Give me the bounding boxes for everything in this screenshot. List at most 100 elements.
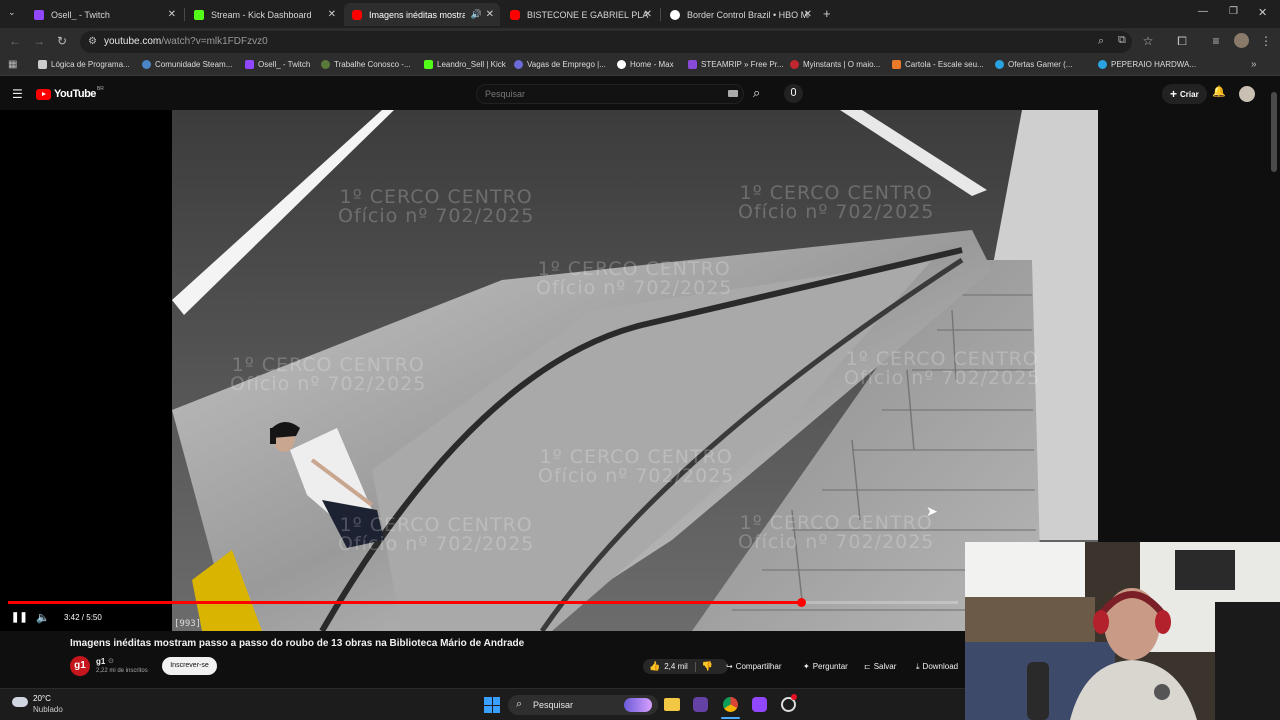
channel-name[interactable]: g1	[96, 657, 105, 666]
globe-icon	[670, 9, 680, 20]
voice-search-button[interactable]	[784, 84, 803, 103]
close-icon[interactable]: ✕	[486, 9, 494, 20]
youtube-icon	[510, 9, 520, 20]
microphone-icon	[791, 88, 796, 96]
thumbs-down-icon[interactable]: 👎	[702, 661, 713, 672]
ask-button[interactable]: ✦ Perguntar	[799, 659, 852, 674]
like-count[interactable]: 2,4 mil	[664, 662, 688, 671]
watermark-text: 1º CERCO CENTRO Ofício nº 702/2025	[230, 354, 427, 395]
zoom-icon[interactable]: ⌕	[1098, 35, 1104, 48]
bookmark-item[interactable]: Home - Max	[617, 60, 674, 69]
youtube-logo[interactable]: YouTube BR	[36, 86, 104, 100]
reload-icon[interactable]: ↻	[54, 34, 70, 48]
taskbar-search-box[interactable]: ⌕ Pesquisar	[508, 695, 658, 715]
new-tab-icon[interactable]: +	[823, 6, 831, 21]
more-bookmarks-icon[interactable]: »	[1251, 59, 1257, 70]
notifications-bell-icon[interactable]: 🔔	[1212, 85, 1226, 98]
account-avatar[interactable]	[1239, 86, 1255, 102]
bookmark-item[interactable]: Myinstants | O maio...	[790, 60, 880, 69]
thumbs-up-icon[interactable]: 👍	[649, 661, 660, 672]
plus-icon: +	[1170, 87, 1178, 101]
apps-grid-icon[interactable]: ▦	[8, 59, 17, 70]
page-scrollbar[interactable]	[1271, 92, 1277, 172]
address-bar[interactable]: ⚙ youtube.com/watch?v=mlk1FDFzvz0 ⌕ ⧉	[80, 31, 1132, 53]
close-icon[interactable]: ✕	[168, 9, 176, 20]
max-icon	[617, 60, 626, 69]
cartola-icon	[892, 60, 901, 69]
bookmark-item[interactable]: Cartola - Escale seu...	[892, 60, 984, 69]
video-frame[interactable]: 1º CERCO CENTRO Ofício nº 702/2025 1º CER…	[172, 110, 1098, 631]
bookmark-item[interactable]: Lógica de Programa...	[38, 60, 130, 69]
chrome-icon[interactable]	[723, 697, 738, 712]
progress-fill	[8, 601, 802, 604]
search-icon[interactable]: ⌕	[753, 85, 760, 101]
volume-icon[interactable]: 🔈	[36, 611, 50, 624]
extensions-icon[interactable]: ⧠	[1174, 34, 1190, 49]
forward-icon[interactable]: →	[31, 34, 47, 48]
share-icon: ↪	[726, 662, 733, 671]
close-window-icon[interactable]: ✕	[1258, 6, 1267, 19]
channel-avatar[interactable]: g1	[70, 656, 90, 676]
download-button[interactable]: ⤓ Download	[912, 659, 962, 674]
video-player[interactable]: 1º CERCO CENTRO Ofício nº 702/2025 1º CER…	[0, 110, 1098, 631]
link-icon	[38, 60, 47, 69]
bookmark-item[interactable]: Osell_ - Twitch	[245, 60, 310, 69]
divider	[694, 661, 696, 672]
hamburger-menu-icon[interactable]: ☰	[12, 87, 23, 101]
bookmark-item[interactable]: Trabalhe Conosco -...	[321, 60, 411, 69]
tab-hbo-max[interactable]: Border Control Brazil • HBO Ma ✕	[662, 3, 818, 26]
windows-taskbar: 20°C Nublado ⌕ Pesquisar	[0, 688, 965, 720]
active-app-indicator	[721, 717, 740, 719]
weather-temperature[interactable]: 20°C	[33, 694, 51, 703]
youtube-play-icon	[36, 88, 51, 100]
copilot-search-highlight	[624, 698, 652, 712]
youtube-icon	[352, 9, 362, 20]
tab-youtube-active[interactable]: Imagens inéditas mostram 🔊 ✕	[344, 3, 500, 26]
bookmark-item[interactable]: Comunidade Steam...	[142, 60, 232, 69]
close-icon[interactable]: ✕	[804, 9, 812, 20]
bookmark-item[interactable]: Leandro_Sell | Kick	[424, 60, 506, 69]
subscribe-button[interactable]: Inscrever-se	[162, 657, 217, 675]
file-explorer-icon[interactable]	[664, 698, 680, 711]
twitch-icon	[245, 60, 254, 69]
pause-icon[interactable]: ❚❚	[11, 612, 28, 623]
bookmark-item[interactable]: STEAMRIP » Free Pr...	[688, 60, 784, 69]
tab-twitch[interactable]: Osell_ - Twitch ✕	[26, 3, 182, 26]
webcam-overlay	[965, 542, 1280, 720]
twitch-taskbar-icon[interactable]	[693, 697, 708, 712]
share-button[interactable]: ↪ Compartilhar	[722, 659, 786, 674]
tab-kick[interactable]: Stream - Kick Dashboard ✕	[186, 3, 342, 26]
bookmark-item[interactable]: Ofertas Gamer (...	[995, 60, 1072, 69]
media-control-icon[interactable]: ≡	[1208, 34, 1224, 48]
like-dislike-group: 👍 2,4 mil 👎	[643, 659, 728, 674]
install-app-icon[interactable]: ⧉	[1118, 34, 1126, 47]
restore-icon[interactable]: ❐	[1229, 6, 1238, 17]
watermark-text: 1º CERCO CENTRO Ofício nº 702/2025	[844, 348, 1041, 389]
profile-avatar[interactable]	[1234, 33, 1249, 48]
bookmark-item[interactable]: Vagas de Emprego |...	[514, 60, 606, 69]
recording-badge	[791, 694, 797, 700]
close-icon[interactable]: ✕	[644, 9, 652, 20]
bookmarks-bar: ▦ Lógica de Programa... Comunidade Steam…	[0, 56, 1280, 76]
back-icon[interactable]: ←	[7, 34, 23, 48]
progress-bar[interactable]	[8, 598, 958, 607]
save-button[interactable]: ⊏ Salvar	[860, 659, 900, 674]
tab-youtube-bistecone[interactable]: BISTECONE E GABRIEL PLANEJA ✕	[502, 3, 658, 26]
create-button[interactable]: + Criar	[1162, 84, 1207, 104]
bookmark-item[interactable]: PEPERAIO HARDWA...	[1098, 60, 1196, 69]
search-input[interactable]: Pesquisar	[476, 84, 744, 104]
browser-toolbar: ← → ↻ ⚙ youtube.com/watch?v=mlk1FDFzvz0 …	[0, 28, 1280, 56]
cloud-weather-icon[interactable]	[12, 697, 28, 707]
start-menu-icon[interactable]	[484, 697, 500, 713]
tab-search-chevron-icon[interactable]: ⌄	[8, 7, 16, 18]
keyboard-icon[interactable]	[728, 90, 738, 97]
site-settings-icon[interactable]: ⚙	[88, 36, 97, 47]
weather-description[interactable]: Nublado	[33, 705, 63, 714]
bookmark-star-icon[interactable]: ☆	[1140, 34, 1156, 48]
close-icon[interactable]: ✕	[328, 9, 336, 20]
minimize-icon[interactable]: —	[1198, 6, 1208, 17]
menu-kebab-icon[interactable]: ⋮	[1258, 34, 1274, 48]
sparkle-icon: ✦	[803, 662, 810, 671]
twitch-studio-icon[interactable]	[752, 697, 767, 712]
speaker-icon[interactable]: 🔊	[471, 9, 482, 20]
